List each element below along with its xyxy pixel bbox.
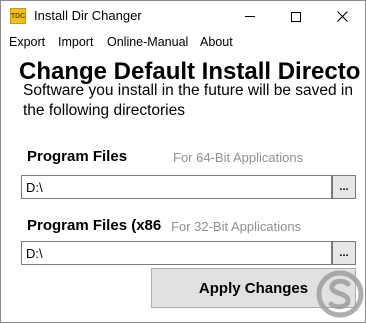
program-files-x86-label: Program Files (x86 [27,217,162,234]
app-window: TDC Install Dir Changer Export Import On… [0,0,366,323]
maximize-button[interactable] [273,1,319,32]
program-files-browse-button[interactable]: ... [332,175,356,199]
close-button[interactable] [319,1,365,32]
menu-item-import[interactable]: Import [58,35,93,49]
app-icon: TDC [10,8,26,24]
minimize-icon [245,16,255,17]
window-title: Install Dir Changer [34,8,142,23]
program-files-path-input[interactable] [21,175,332,199]
program-files-x86-hint: For 32-Bit Applications [171,219,302,234]
minimize-button[interactable] [227,1,273,32]
menu-item-online-manual[interactable]: Online-Manual [107,35,188,49]
menu-item-about[interactable]: About [200,35,233,49]
program-files-hint: For 64-Bit Applications [173,150,304,165]
program-files-label: Program Files [27,148,128,165]
program-files-x86-browse-button[interactable]: ... [332,241,356,265]
menu-item-export[interactable]: Export [9,35,45,49]
close-icon [336,11,348,22]
maximize-icon [291,11,301,22]
title-bar[interactable]: TDC Install Dir Changer [1,1,365,32]
program-files-x86-path-input[interactable] [21,241,332,265]
description-text: Software you install in the future will … [23,82,353,119]
solvetic-logo-icon [315,267,365,321]
menu-bar: Export Import Online-Manual About [1,32,365,52]
